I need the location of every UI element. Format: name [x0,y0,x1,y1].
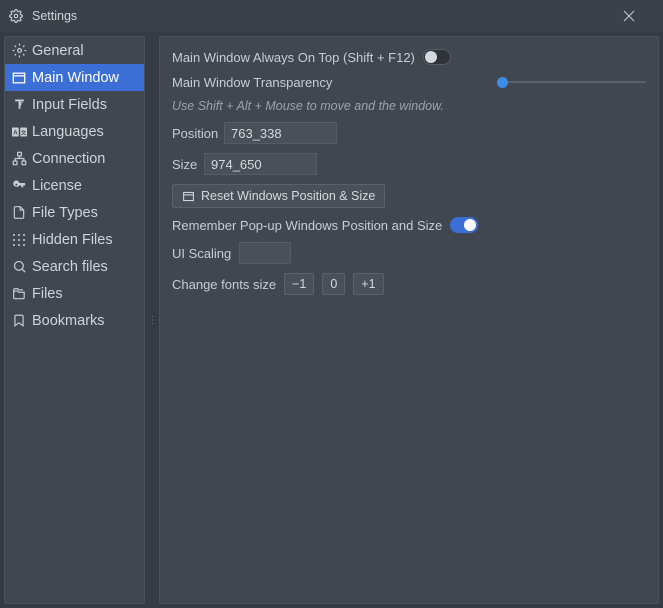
size-label: Size [172,157,196,172]
search-icon [11,259,27,275]
reset-button[interactable]: Reset Windows Position & Size [172,184,385,208]
sidebar-item-label: File Types [32,205,98,221]
always-on-top-toggle[interactable] [423,49,451,65]
sidebar-item-general[interactable]: General [5,37,144,64]
sidebar-item-label: Connection [32,151,105,167]
sidebar-item-languages[interactable]: A文 Languages [5,118,144,145]
sidebar-item-label: Input Fields [32,97,107,113]
files-icon [11,286,27,302]
window-icon [11,70,27,86]
sidebar-item-label: Languages [32,124,104,140]
language-icon: A文 [11,124,27,140]
sidebar-item-hidden-files[interactable]: Hidden Files [5,226,144,253]
sidebar-item-license[interactable]: License [5,172,144,199]
sidebar-item-label: License [32,178,82,194]
remember-toggle[interactable] [450,217,478,233]
settings-icon [8,8,24,24]
sidebar-item-label: Hidden Files [32,232,113,248]
reset-button-label: Reset Windows Position & Size [201,189,375,203]
always-on-top-label: Main Window Always On Top (Shift + F12) [172,50,415,65]
font-zero-button[interactable]: 0 [322,273,345,295]
fonts-label: Change fonts size [172,277,276,292]
reset-icon [182,190,195,203]
font-minus-button[interactable]: −1 [284,273,314,295]
sidebar-item-main-window[interactable]: Main Window [5,64,144,91]
sidebar-item-search-files[interactable]: Search files [5,253,144,280]
size-input[interactable] [204,153,317,175]
sidebar-item-connection[interactable]: Connection [5,145,144,172]
remember-label: Remember Pop-up Windows Position and Siz… [172,218,442,233]
gear-icon [11,43,27,59]
svg-text:A: A [13,130,18,136]
bookmark-icon [11,313,27,329]
key-icon [11,178,27,194]
window-title: Settings [32,9,623,23]
font-plus-button[interactable]: +1 [353,273,383,295]
titlebar: Settings [0,0,663,32]
grid-dots-icon [11,232,27,248]
transparency-label: Main Window Transparency [172,75,332,90]
sidebar-item-label: General [32,43,84,59]
sidebar-item-label: Files [32,286,63,302]
move-hint: Use Shift + Alt + Mouse to move and the … [172,99,646,113]
sidebar-item-label: Bookmarks [32,313,105,329]
sidebar-item-label: Main Window [32,70,119,86]
sidebar-item-file-types[interactable]: File Types [5,199,144,226]
position-label: Position [172,126,216,141]
sidebar-item-label: Search files [32,259,108,275]
splitter-handle[interactable]: ⋮ [149,36,155,604]
text-size-icon [11,97,27,113]
position-input[interactable] [224,122,337,144]
file-icon [11,205,27,221]
ui-scaling-input[interactable] [239,242,291,264]
sidebar-item-input-fields[interactable]: Input Fields [5,91,144,118]
network-icon [11,151,27,167]
ui-scaling-label: UI Scaling [172,246,231,261]
settings-panel: Main Window Always On Top (Shift + F12) … [159,36,659,604]
sidebar-item-bookmarks[interactable]: Bookmarks [5,307,144,334]
sidebar-item-files[interactable]: Files [5,280,144,307]
transparency-slider[interactable] [497,74,646,90]
close-button[interactable] [623,10,655,22]
sidebar: General Main Window Input Fields A文 Lang… [4,36,145,604]
